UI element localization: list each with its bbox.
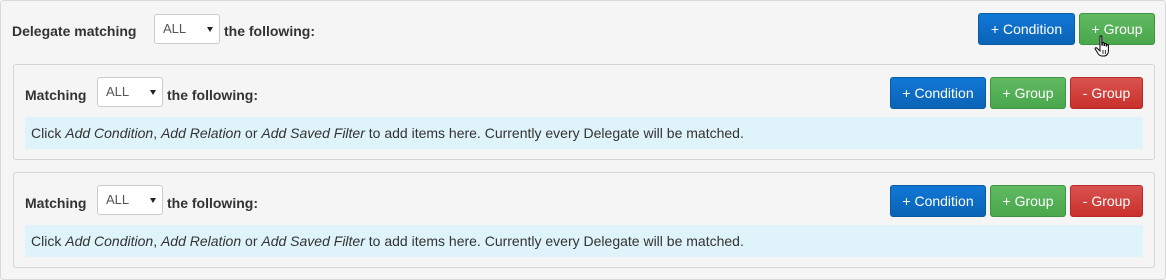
group-following-label: the following:	[167, 87, 258, 103]
info-text: Click	[31, 125, 66, 141]
group-match-label: Matching	[25, 87, 87, 103]
root-add-group-button[interactable]: + Group	[1079, 13, 1155, 45]
group-add-condition-button[interactable]: + Condition	[890, 185, 986, 217]
root-match-label: Delegate matching	[12, 23, 137, 39]
root-filter-panel: Delegate matching ALL the following: + C…	[0, 0, 1166, 280]
info-text: to add items here. Currently every Deleg…	[364, 233, 744, 249]
group-remove-group-button[interactable]: - Group	[1070, 185, 1143, 217]
info-add-saved-filter-ref: Add Saved Filter	[261, 125, 365, 141]
root-add-condition-button[interactable]: + Condition	[978, 13, 1075, 45]
group-match-select-value: ALL	[106, 84, 130, 99]
chevron-down-icon	[150, 90, 156, 95]
group-match-label: Matching	[25, 195, 87, 211]
group-panel: Matching ALL the following: + Condition …	[13, 64, 1155, 160]
group-following-label: the following:	[167, 195, 258, 211]
group-match-select[interactable]: ALL	[97, 185, 163, 215]
group-match-select[interactable]: ALL	[97, 77, 163, 107]
chevron-down-icon	[207, 27, 213, 32]
group-empty-info-message: Click Add Condition, Add Relation or Add…	[25, 225, 1143, 257]
root-following-label: the following:	[224, 23, 315, 39]
group-add-group-button[interactable]: + Group	[990, 185, 1066, 217]
info-text: or	[241, 125, 262, 141]
root-match-select[interactable]: ALL	[154, 14, 220, 44]
info-text: ,	[153, 125, 161, 141]
group-add-condition-button[interactable]: + Condition	[890, 77, 986, 109]
info-text: or	[241, 233, 262, 249]
group-match-select-value: ALL	[106, 192, 130, 207]
root-match-select-value: ALL	[163, 21, 187, 36]
info-text: to add items here. Currently every Deleg…	[364, 125, 744, 141]
info-add-condition-ref: Add Condition	[65, 125, 154, 141]
info-add-condition-ref: Add Condition	[65, 233, 154, 249]
info-text: ,	[153, 233, 161, 249]
chevron-down-icon	[150, 198, 156, 203]
info-add-saved-filter-ref: Add Saved Filter	[261, 233, 365, 249]
group-add-group-button[interactable]: + Group	[990, 77, 1066, 109]
group-remove-group-button[interactable]: - Group	[1070, 77, 1143, 109]
info-text: Click	[31, 233, 66, 249]
info-add-relation-ref: Add Relation	[160, 233, 242, 249]
info-add-relation-ref: Add Relation	[160, 125, 242, 141]
group-panel: Matching ALL the following: + Condition …	[13, 172, 1155, 268]
group-empty-info-message: Click Add Condition, Add Relation or Add…	[25, 117, 1143, 149]
